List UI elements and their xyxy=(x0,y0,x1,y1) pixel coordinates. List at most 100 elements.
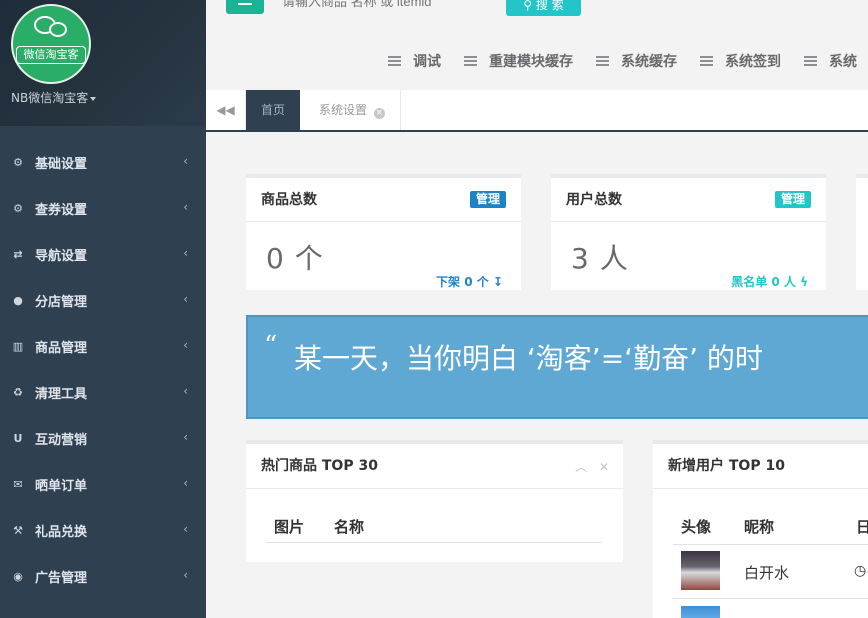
users-count-value: 3 人 xyxy=(571,242,629,275)
sidebar-item-label: 清理工具 xyxy=(35,386,88,402)
panel-header: 热门商品 TOP 30 ︿ ✕ xyxy=(246,444,623,489)
sidebar-item-goods-management[interactable]: ▥ 商品管理 ‹ xyxy=(0,323,206,369)
chevron-left-icon: ‹ xyxy=(183,154,188,168)
list-icon xyxy=(464,56,477,66)
sidebar-nav: ⚙ 基础设置 ‹ ⚙ 查券设置 ‹ ⇄ 导航设置 ‹ ● 分店管理 ‹ ▥ 商品… xyxy=(0,139,206,599)
manage-users-badge[interactable]: 管理 xyxy=(774,191,811,208)
close-icon[interactable]: × xyxy=(373,108,385,119)
search-button[interactable]: ⚲ 搜 索 xyxy=(506,0,581,16)
sidebar: 微信淘宝客 NB微信淘宝客 ⚙ 基础设置 ‹ ⚙ 查券设置 ‹ ⇄ 导航设置 ‹… xyxy=(0,0,206,618)
rebuild-module-cache-button[interactable]: 重建模块缓存 xyxy=(464,51,573,71)
sidebar-item-label: 分店管理 xyxy=(35,294,88,310)
list-icon xyxy=(596,56,609,66)
chevron-left-icon: ‹ xyxy=(183,430,188,444)
divider xyxy=(266,542,602,543)
cogs-icon: ⚙ xyxy=(13,201,23,215)
recycle-icon: ♻ xyxy=(13,385,23,399)
tabs-scroll-left-button[interactable]: ◀◀ xyxy=(206,90,246,130)
quote-left-icon: “ xyxy=(264,331,278,361)
system-cache-button[interactable]: 系统缓存 xyxy=(596,51,677,71)
chevron-left-icon: ‹ xyxy=(183,246,188,260)
tool-label: 重建模块缓存 xyxy=(489,54,573,70)
list-icon xyxy=(700,56,713,66)
bar-chart-icon: ▥ xyxy=(12,339,24,353)
sidebar-profile: 微信淘宝客 NB微信淘宝客 xyxy=(0,0,206,126)
panel-title: 热门商品 TOP 30 xyxy=(261,458,378,474)
caret-down-icon xyxy=(90,96,97,101)
user-menu-toggle[interactable]: NB微信淘宝客 xyxy=(11,89,97,106)
debug-button[interactable]: 调试 xyxy=(388,51,441,71)
gavel-icon: ⚒ xyxy=(13,523,23,537)
sidebar-item-ad-management[interactable]: ◉ 广告管理 ‹ xyxy=(0,553,206,599)
sidebar-item-label: 导航设置 xyxy=(35,248,88,264)
sidebar-item-interactive-marketing[interactable]: U 互动营销 ‹ xyxy=(0,415,206,461)
list-icon xyxy=(388,56,401,66)
motto-banner: “ 某一天，当你明白 ‘淘客’=‘勤奋’ 的时 xyxy=(246,315,868,419)
tab-system-settings[interactable]: 系统设置 × xyxy=(304,90,401,130)
avatar xyxy=(681,551,720,590)
globe-icon: ● xyxy=(13,293,23,307)
tab-home[interactable]: 首页 xyxy=(246,90,301,130)
backward-icon: ◀◀ xyxy=(216,103,235,117)
motto-text: 某一天，当你明白 ‘淘客’=‘勤奋’ 的时 xyxy=(294,342,763,375)
sidebar-item-branch-management[interactable]: ● 分店管理 ‹ xyxy=(0,277,206,323)
clock-icon: ◷ xyxy=(854,563,867,579)
sidebar-item-nav-settings[interactable]: ⇄ 导航设置 ‹ xyxy=(0,231,206,277)
sidebar-item-orders[interactable]: ✉ 晒单订单 ‹ xyxy=(0,461,206,507)
stat-card-partial xyxy=(856,174,868,290)
panel-header: 新增用户 TOP 10 xyxy=(653,444,868,489)
chevron-left-icon: ‹ xyxy=(183,568,188,582)
close-icon[interactable]: ✕ xyxy=(599,460,609,474)
sidebar-item-label: 基础设置 xyxy=(35,156,88,172)
offshelf-count[interactable]: 下架 0 个 ↧ xyxy=(436,273,503,290)
menu-toggle-button[interactable] xyxy=(226,0,264,14)
content-tabs: ◀◀ 首页 系统设置 × xyxy=(206,90,868,132)
magnet-icon: U xyxy=(13,431,23,445)
top-navbar: ⚲ 搜 索 调试 重建模块缓存 系统缓存 系统签到 系统 xyxy=(206,0,868,90)
sidebar-item-label: 商品管理 xyxy=(35,340,88,356)
wechat-logo[interactable]: 微信淘宝客 xyxy=(11,4,91,84)
column-header-image: 图片 xyxy=(274,518,305,536)
chevron-left-icon: ‹ xyxy=(183,292,188,306)
avatar xyxy=(681,606,720,618)
sidebar-item-label: 礼品兑换 xyxy=(35,524,88,540)
column-header-name: 名称 xyxy=(334,518,365,536)
sidebar-item-coupon-settings[interactable]: ⚙ 查券设置 ‹ xyxy=(0,185,206,231)
tool-label: 调试 xyxy=(413,54,441,70)
cogs-icon: ⚙ xyxy=(13,155,23,169)
chat-bubble-icon xyxy=(49,22,67,37)
sidebar-item-cleanup-tools[interactable]: ♻ 清理工具 ‹ xyxy=(0,369,206,415)
users-count-card: 用户总数 管理 3 人 黑名单 0 人 ϟ xyxy=(551,174,826,290)
panel-tools: ︿ ✕ xyxy=(567,458,609,475)
manage-goods-badge[interactable]: 管理 xyxy=(469,191,506,208)
exchange-icon: ⇄ xyxy=(13,247,23,261)
sidebar-item-label: 广告管理 xyxy=(35,570,88,586)
system-button[interactable]: 系统 xyxy=(804,51,857,71)
search-button-label: 搜 索 xyxy=(535,0,564,12)
collapse-icon[interactable]: ︿ xyxy=(575,460,587,474)
goods-count-card: 商品总数 管理 0 个 下架 0 个 ↧ xyxy=(246,174,521,290)
tool-label: 系统 xyxy=(829,54,857,70)
new-users-panel: 新增用户 TOP 10 头像 昵称 日 白开水 ◷ xyxy=(653,440,868,618)
envelope-icon: ✉ xyxy=(13,477,23,491)
sidebar-item-label: 查券设置 xyxy=(35,202,88,218)
column-header-nickname: 昵称 xyxy=(744,518,775,536)
blacklist-count[interactable]: 黑名单 0 人 ϟ xyxy=(731,273,808,290)
eye-icon: ◉ xyxy=(13,569,23,583)
goods-count-value: 0 个 xyxy=(266,242,324,275)
card-header: 商品总数 管理 xyxy=(246,178,521,222)
search-input[interactable] xyxy=(282,0,482,9)
username: NB微信淘宝客 xyxy=(11,91,89,105)
sidebar-item-gift-exchange[interactable]: ⚒ 礼品兑换 ‹ xyxy=(0,507,206,553)
bars-icon xyxy=(238,3,252,5)
search-icon: ⚲ xyxy=(523,0,533,12)
hot-goods-panel: 热门商品 TOP 30 ︿ ✕ 图片 名称 xyxy=(246,440,623,562)
column-header-avatar: 头像 xyxy=(681,518,712,536)
chevron-left-icon: ‹ xyxy=(183,476,188,490)
top-toolbar: 调试 重建模块缓存 系统缓存 系统签到 系统 xyxy=(388,51,868,71)
system-signin-button[interactable]: 系统签到 xyxy=(700,51,781,71)
chevron-left-icon: ‹ xyxy=(183,338,188,352)
tab-label: 首页 xyxy=(261,103,286,117)
sidebar-item-basic-settings[interactable]: ⚙ 基础设置 ‹ xyxy=(0,139,206,185)
user-nickname: 白开水 xyxy=(744,564,790,582)
